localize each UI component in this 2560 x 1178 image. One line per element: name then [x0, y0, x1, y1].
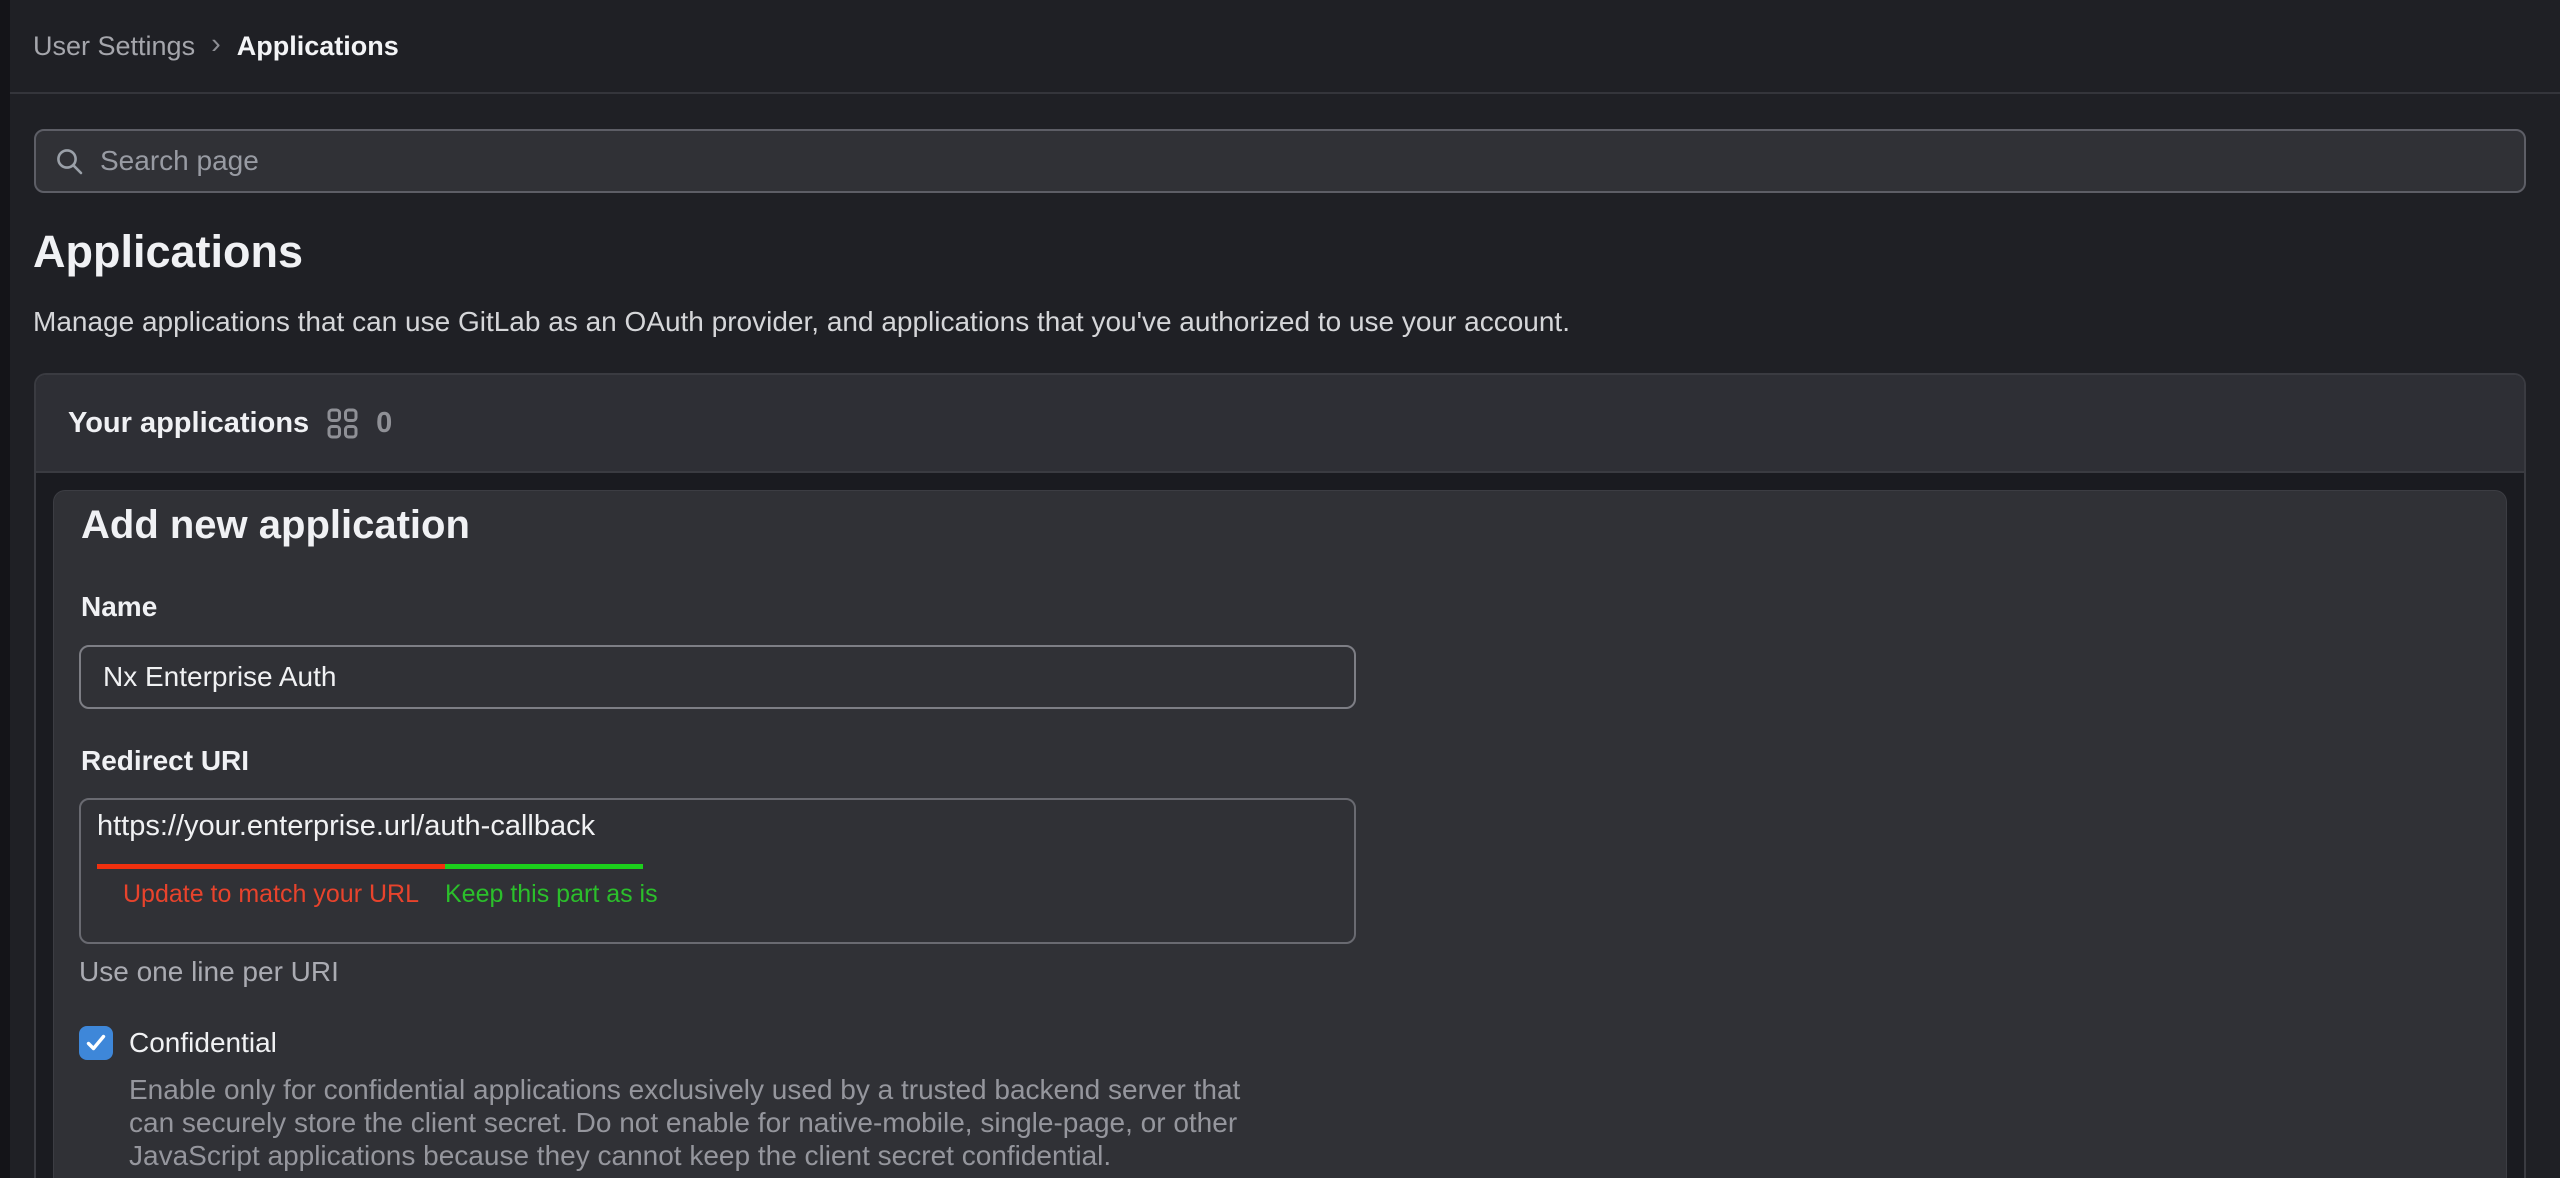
uri-annotation-underline	[97, 864, 643, 869]
chevron-right-icon: ›	[211, 30, 221, 59]
annotation-keep-part: Keep this part as is	[445, 880, 643, 909]
confidential-label[interactable]: Confidential	[129, 1027, 277, 1059]
redirect-uri-label: Redirect URI	[81, 745, 249, 777]
confidential-checkbox[interactable]	[79, 1026, 113, 1060]
redirect-uri-textarea[interactable]: https://your.enterprise.url/auth-callbac…	[79, 798, 1356, 944]
redirect-uri-hint: Use one line per URI	[79, 956, 339, 988]
name-label: Name	[81, 591, 157, 623]
breadcrumb-applications: Applications	[237, 31, 399, 62]
your-applications-title: Your applications	[68, 407, 309, 440]
help-line: JavaScript applications because they can…	[129, 1139, 1240, 1172]
confidential-help-text: Enable only for confidential application…	[129, 1073, 1240, 1172]
confidential-row: Confidential	[79, 1026, 277, 1060]
help-line: Enable only for confidential application…	[129, 1073, 1240, 1106]
breadcrumb-bar: User Settings › Applications	[0, 0, 2560, 94]
page-description: Manage applications that can use GitLab …	[33, 306, 1570, 338]
applications-count-badge: 0	[376, 407, 392, 440]
red-underline	[97, 864, 445, 869]
redirect-uri-value: https://your.enterprise.url/auth-callbac…	[97, 810, 595, 843]
card-title: Add new application	[81, 503, 470, 548]
breadcrumb: User Settings › Applications	[33, 31, 399, 62]
check-icon	[85, 1032, 107, 1054]
page-title: Applications	[33, 226, 303, 278]
help-line: can securely store the client secret. Do…	[129, 1106, 1240, 1139]
add-application-card: Add new application Name Redirect URI ht…	[53, 490, 2507, 1178]
green-underline	[445, 864, 643, 869]
search-input[interactable]	[98, 144, 2506, 178]
applications-grid-icon	[327, 408, 358, 439]
window-left-edge	[0, 0, 10, 1178]
name-input[interactable]	[79, 645, 1356, 709]
search-icon	[54, 146, 84, 176]
your-applications-header: Your applications 0	[36, 375, 2524, 473]
search-bar[interactable]	[34, 129, 2526, 193]
applications-settings-page: User Settings › Applications Application…	[0, 0, 2560, 1178]
breadcrumb-user-settings[interactable]: User Settings	[33, 31, 195, 62]
annotation-update-url: Update to match your URL	[97, 880, 445, 909]
